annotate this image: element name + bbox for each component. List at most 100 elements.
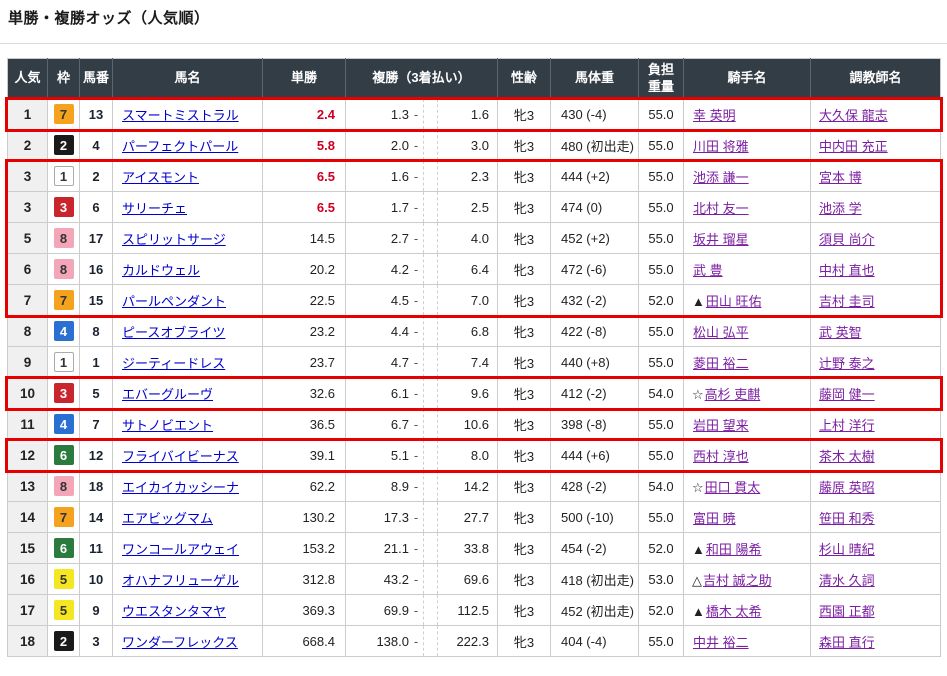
jockey-name-link[interactable]: 池添 謙一 <box>693 170 749 185</box>
horse-name-link[interactable]: パールペンダント <box>122 294 226 309</box>
load-weight-cell: 55.0 <box>639 316 684 347</box>
horse-number-cell: 2 <box>80 161 113 192</box>
jockey-name-link[interactable]: 橋木 太希 <box>706 604 762 619</box>
trainer-name-link[interactable]: 大久保 龍志 <box>819 108 888 123</box>
horse-weight-cell: 472 (-6) <box>551 254 639 285</box>
sex-age-cell: 牝3 <box>498 533 551 564</box>
jockey-cell: △吉村 誠之助 <box>684 564 811 595</box>
jockey-name-link[interactable]: 田山 旺佑 <box>706 294 762 309</box>
trainer-name-link[interactable]: 吉村 圭司 <box>819 294 875 309</box>
jockey-name-link[interactable]: 岩田 望来 <box>693 418 749 433</box>
horse-name-link[interactable]: オハナフリューゲル <box>122 573 239 588</box>
trainer-cell: 中村 直也 <box>811 254 941 285</box>
place-odds-low: 6.1 <box>346 386 409 401</box>
horse-name-link[interactable]: スマートミストラル <box>122 108 239 123</box>
horse-name-link[interactable]: ピースオブライツ <box>122 325 225 340</box>
jockey-cell: 中井 裕二 <box>684 626 811 657</box>
popularity-cell: 2 <box>8 130 48 161</box>
horse-name-link[interactable]: ジーティードレス <box>122 356 225 371</box>
jockey-name-link[interactable]: 田口 貫太 <box>705 480 761 495</box>
jockey-name-link[interactable]: 西村 淳也 <box>693 449 749 464</box>
jockey-name-link[interactable]: 吉村 誠之助 <box>703 573 772 588</box>
popularity-cell: 11 <box>8 409 48 440</box>
horse-name-link[interactable]: ワンダーフレックス <box>122 635 238 650</box>
horse-name-link[interactable]: エアビッグマム <box>122 511 213 526</box>
place-odds-cell: 17.3-27.7 <box>346 502 498 533</box>
jockey-name-link[interactable]: 北村 友一 <box>693 201 749 216</box>
horse-name-link[interactable]: ウエスタンタマヤ <box>122 604 226 619</box>
horse-number-cell: 18 <box>80 471 113 502</box>
trainer-name-link[interactable]: 中内田 充正 <box>819 139 888 154</box>
place-odds-cell: 6.7-10.6 <box>346 409 498 440</box>
jockey-cell: ☆高杉 吏麒 <box>684 378 811 409</box>
header-horse-number: 馬番 <box>80 59 113 99</box>
popularity-cell: 12 <box>8 440 48 471</box>
win-odds-cell: 6.5 <box>263 192 346 223</box>
horse-name-cell: エイカイカッシーナ <box>113 471 263 502</box>
horse-number-cell: 15 <box>80 285 113 316</box>
jockey-name-link[interactable]: 高杉 吏麒 <box>705 387 761 402</box>
sex-age-cell: 牝3 <box>498 316 551 347</box>
place-odds-divider <box>423 254 438 284</box>
trainer-name-link[interactable]: 清水 久詞 <box>819 573 875 588</box>
trainer-name-link[interactable]: 茶木 太樹 <box>819 449 875 464</box>
horse-name-link[interactable]: パーフェクトパール <box>122 139 238 154</box>
place-odds-high: 3.0 <box>438 138 497 153</box>
place-odds-low: 4.7 <box>346 355 409 370</box>
horse-name-link[interactable]: エバーグルーヴ <box>122 387 213 402</box>
trainer-name-link[interactable]: 森田 直行 <box>819 635 875 650</box>
sex-age-cell: 牝3 <box>498 440 551 471</box>
trainer-name-link[interactable]: 須貝 尚介 <box>819 232 875 247</box>
trainer-name-link[interactable]: 上村 洋行 <box>819 418 875 433</box>
trainer-name-link[interactable]: 笹田 和秀 <box>819 511 875 526</box>
place-odds-dash: - <box>409 386 423 401</box>
trainer-cell: 西園 正都 <box>811 595 941 626</box>
table-row: 5817スピリットサージ14.52.7-4.0牝3452 (+2)55.0坂井 … <box>8 223 941 254</box>
jockey-name-link[interactable]: 中井 裕二 <box>693 635 749 650</box>
horse-name-link[interactable]: エイカイカッシーナ <box>122 480 239 495</box>
trainer-name-link[interactable]: 西園 正都 <box>819 604 875 619</box>
horse-name-cell: ジーティードレス <box>113 347 263 378</box>
horse-name-cell: フライバイビーナス <box>113 440 263 471</box>
place-odds-dash: - <box>409 138 423 153</box>
win-odds-cell: 130.2 <box>263 502 346 533</box>
trainer-name-link[interactable]: 藤岡 健一 <box>819 387 875 402</box>
frame-number-badge: 7 <box>54 104 74 124</box>
trainer-name-link[interactable]: 宮本 博 <box>819 170 862 185</box>
jockey-name-link[interactable]: 坂井 瑠星 <box>693 232 749 247</box>
jockey-name-link[interactable]: 松山 弘平 <box>693 325 749 340</box>
jockey-name-link[interactable]: 和田 陽希 <box>706 542 762 557</box>
trainer-name-link[interactable]: 武 英智 <box>819 325 862 340</box>
win-odds-cell: 312.8 <box>263 564 346 595</box>
horse-name-link[interactable]: サトノビエント <box>122 418 213 433</box>
horse-name-link[interactable]: フライバイビーナス <box>122 449 239 464</box>
horse-name-link[interactable]: ワンコールアウェイ <box>122 542 239 557</box>
jockey-name-link[interactable]: 菱田 裕二 <box>693 356 749 371</box>
place-odds-high: 7.0 <box>438 293 497 308</box>
sex-age-cell: 牝3 <box>498 254 551 285</box>
horse-name-link[interactable]: サリーチェ <box>122 201 187 216</box>
place-odds-low: 1.6 <box>346 169 409 184</box>
jockey-name-link[interactable]: 川田 将雅 <box>693 139 749 154</box>
trainer-name-link[interactable]: 杉山 晴紀 <box>819 542 875 557</box>
trainer-name-link[interactable]: 藤原 英昭 <box>819 480 875 495</box>
jockey-name-link[interactable]: 幸 英明 <box>693 108 736 123</box>
place-odds-divider <box>423 409 438 439</box>
trainer-name-link[interactable]: 池添 学 <box>819 201 862 216</box>
horse-name-link[interactable]: アイスモント <box>122 170 199 185</box>
frame-cell: 5 <box>48 595 80 626</box>
place-odds-high: 69.6 <box>438 572 497 587</box>
jockey-name-link[interactable]: 富田 暁 <box>693 511 736 526</box>
trainer-name-link[interactable]: 中村 直也 <box>819 263 875 278</box>
place-odds-cell: 4.2-6.4 <box>346 254 498 285</box>
jockey-name-link[interactable]: 武 豊 <box>693 263 723 278</box>
horse-name-link[interactable]: カルドウェル <box>122 263 200 278</box>
horse-name-link[interactable]: スピリットサージ <box>122 232 226 247</box>
place-odds-dash: - <box>409 603 423 618</box>
jockey-cell: 北村 友一 <box>684 192 811 223</box>
horse-weight-cell: 440 (+8) <box>551 347 639 378</box>
frame-number-badge: 5 <box>54 600 74 620</box>
trainer-name-link[interactable]: 辻野 泰之 <box>819 356 875 371</box>
place-odds-divider <box>423 471 438 501</box>
table-row: 1759ウエスタンタマヤ369.369.9-112.5牝3452 (初出走)52… <box>8 595 941 626</box>
